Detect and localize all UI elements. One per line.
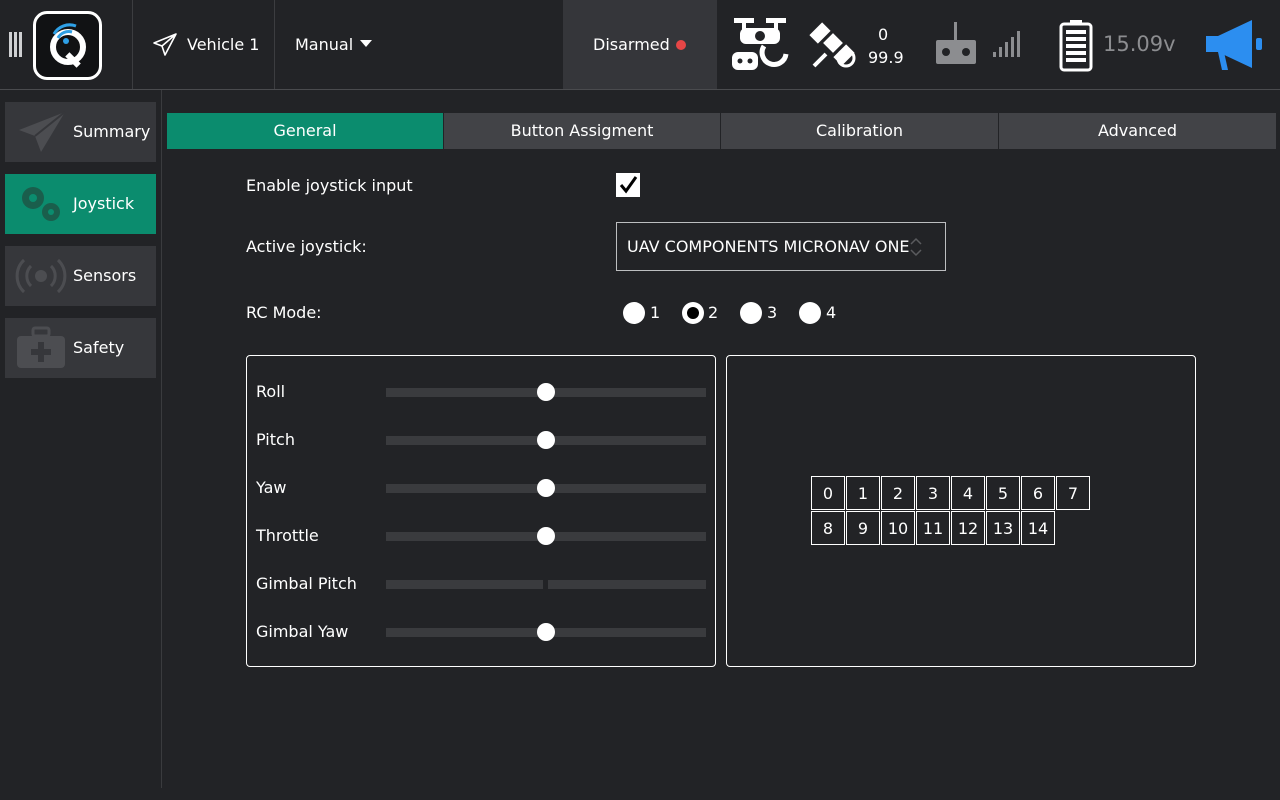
axis-slider-knob[interactable] xyxy=(537,479,555,497)
tab-button-assignment[interactable]: Button Assigment xyxy=(444,113,720,149)
gps-hdop: 99.9 xyxy=(868,48,904,67)
joystick-button-indicator: 0 xyxy=(811,476,845,510)
joystick-button-indicator: 12 xyxy=(951,511,985,545)
arm-status-label: Disarmed xyxy=(593,35,670,54)
axis-label: Yaw xyxy=(256,478,287,497)
axis-monitor-panel xyxy=(246,355,716,667)
joystick-button-indicator: 7 xyxy=(1056,476,1090,510)
axis-slider-knob[interactable] xyxy=(537,431,555,449)
megaphone-icon[interactable] xyxy=(1202,18,1266,74)
sidebar-item-safety[interactable]: Safety xyxy=(5,318,156,378)
joystick-button-indicator: 6 xyxy=(1021,476,1055,510)
joystick-button-indicator: 2 xyxy=(881,476,915,510)
radio-waves-icon xyxy=(15,258,67,294)
top-toolbar: Vehicle 1 Manual Disarmed 0 99.9 15.09v xyxy=(0,0,1280,90)
axis-label: Throttle xyxy=(256,526,319,545)
arm-status-indicator[interactable]: Disarmed xyxy=(563,0,717,89)
sidebar-item-label: Safety xyxy=(73,338,125,357)
sidebar-item-label: Sensors xyxy=(73,266,137,285)
axis-label: Roll xyxy=(256,382,286,401)
qgc-logo-button[interactable] xyxy=(33,11,102,80)
active-joystick-label: Active joystick: xyxy=(246,237,367,256)
joystick-button-indicator: 4 xyxy=(951,476,985,510)
status-dot xyxy=(676,40,686,50)
active-joystick-select[interactable]: UAV COMPONENTS MICRONAV ONE xyxy=(616,222,946,271)
joystick-button-indicator: 9 xyxy=(846,511,880,545)
joystick-button-indicator: 1 xyxy=(846,476,880,510)
sidebar-item-label: Joystick xyxy=(73,194,135,213)
enable-joystick-label: Enable joystick input xyxy=(246,176,413,195)
setup-sidebar: Summary Joystick Sensors Safety xyxy=(0,90,162,788)
vehicle-label[interactable]: Vehicle 1 xyxy=(187,35,259,54)
checkmark-icon xyxy=(619,176,638,194)
rc-transmitter-icon[interactable] xyxy=(934,22,978,66)
battery-voltage: 15.09v xyxy=(1103,32,1176,56)
tab-calibration[interactable]: Calibration xyxy=(721,113,998,149)
axis-track xyxy=(386,580,543,589)
sidebar-item-joystick[interactable]: Joystick xyxy=(5,174,156,234)
active-joystick-value: UAV COMPONENTS MICRONAV ONE xyxy=(627,237,910,256)
joystick-button-indicator: 10 xyxy=(881,511,915,545)
rc-mode-option-label: 4 xyxy=(826,303,837,322)
joystick-button-indicator: 11 xyxy=(916,511,950,545)
rc-mode-radio-4[interactable] xyxy=(799,302,821,324)
rc-mode-radio-3[interactable] xyxy=(740,302,762,324)
gps-count: 0 xyxy=(878,25,889,44)
axis-slider-knob[interactable] xyxy=(537,623,555,641)
joystick-button-indicator: 3 xyxy=(916,476,950,510)
paper-plane-icon xyxy=(153,33,177,56)
joystick-button-indicator: 8 xyxy=(811,511,845,545)
axis-track xyxy=(548,580,706,589)
sidebar-item-label: Summary xyxy=(73,122,151,141)
rc-mode-option-label: 1 xyxy=(650,303,661,322)
signal-strength-icon xyxy=(993,31,1020,57)
rc-mode-radio-2[interactable] xyxy=(682,302,704,324)
enable-joystick-checkbox[interactable] xyxy=(616,173,640,197)
joystick-button-indicator: 14 xyxy=(1021,511,1055,545)
tab-general[interactable]: General xyxy=(167,113,443,149)
paper-plane-icon xyxy=(19,111,66,152)
tab-advanced[interactable]: Advanced xyxy=(999,113,1276,149)
rc-mode-option-label: 2 xyxy=(708,303,719,322)
axis-label: Gimbal Pitch xyxy=(256,574,357,593)
axis-label: Pitch xyxy=(256,430,295,449)
updown-chevron-icon xyxy=(910,237,922,257)
rc-mode-label: RC Mode: xyxy=(246,303,322,322)
axis-slider-knob[interactable] xyxy=(537,383,555,401)
battery-icon[interactable] xyxy=(1058,20,1094,72)
axis-label: Gimbal Yaw xyxy=(256,622,349,641)
joystick-button-indicator: 5 xyxy=(986,476,1020,510)
joystick-button-indicator: 13 xyxy=(986,511,1020,545)
sidebar-item-summary[interactable]: Summary xyxy=(5,102,156,162)
gears-icon xyxy=(22,187,60,221)
medkit-icon xyxy=(17,326,65,368)
flight-mode-selector[interactable]: Manual xyxy=(295,35,353,54)
rc-mode-option-label: 3 xyxy=(767,303,778,322)
axis-slider-knob[interactable] xyxy=(537,527,555,545)
qgc-logo-icon xyxy=(50,23,86,68)
sidebar-item-sensors[interactable]: Sensors xyxy=(5,246,156,306)
chevron-down-icon[interactable] xyxy=(360,40,372,48)
drone-joystick-icon[interactable] xyxy=(730,16,790,74)
rc-mode-radio-1[interactable] xyxy=(623,302,645,324)
gps-satellite-icon[interactable] xyxy=(808,20,860,72)
